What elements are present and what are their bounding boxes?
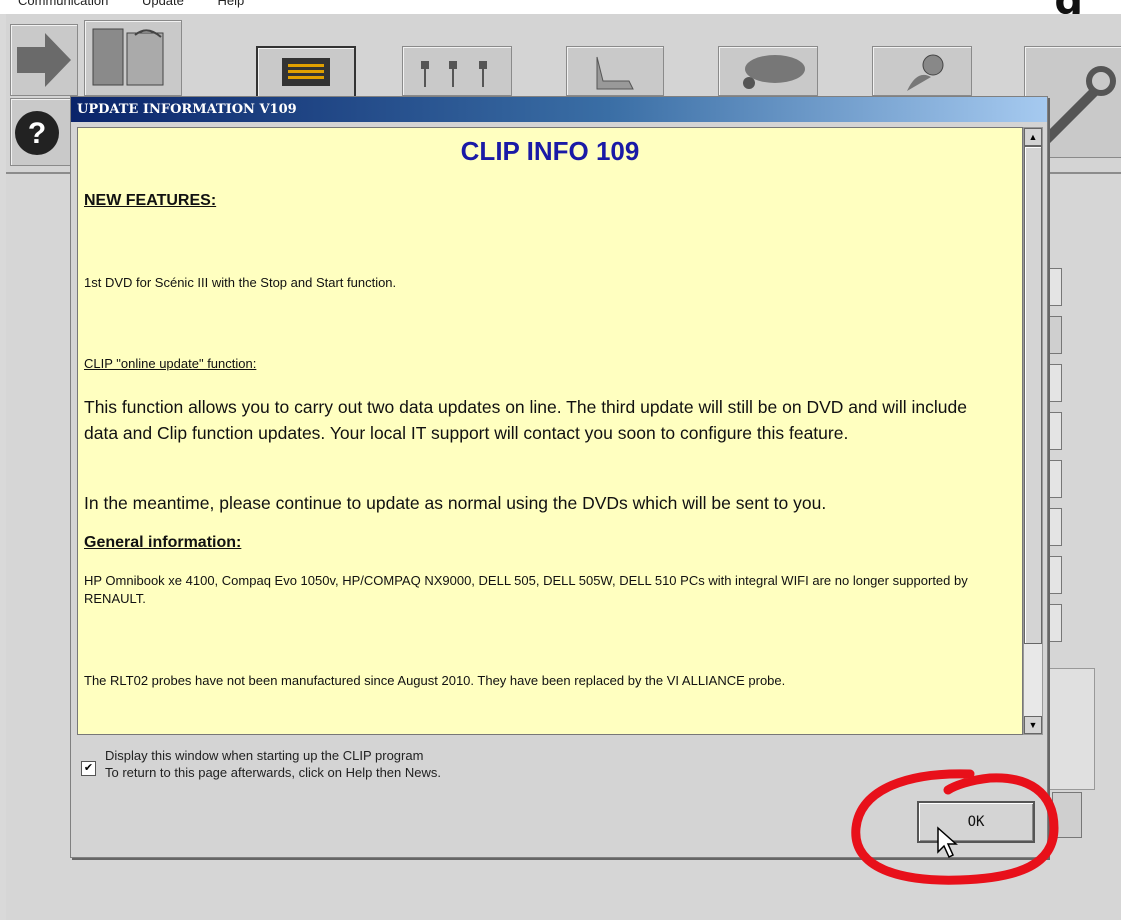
checkbox-label-line-2: To return to this page afterwards, click…	[105, 765, 441, 780]
driver-button[interactable]	[872, 46, 972, 96]
probe-info-text: The RLT02 probes have not been manufactu…	[84, 673, 786, 688]
seat-button[interactable]	[566, 46, 664, 96]
info-heading: CLIP INFO 109	[460, 136, 640, 166]
menu-help[interactable]: Help	[218, 0, 245, 8]
checkbox-label: Display this window when starting up the…	[105, 747, 441, 781]
online-update-paragraph-2: In the meantime, please continue to upda…	[84, 493, 827, 513]
general-info-text: HP Omnibook xe 4100, Compaq Evo 1050v, H…	[84, 573, 968, 606]
seat-icon	[596, 56, 634, 90]
checkbox-label-line-1: Display this window when starting up the…	[105, 748, 424, 763]
startup-display-checkbox[interactable]: ✔	[81, 761, 96, 776]
connectors-icon	[421, 61, 487, 87]
arrow-right-icon	[17, 33, 71, 87]
update-info-dialog: UPDATE INFORMATION V109 CLIP INFO 109 NE…	[70, 96, 1048, 858]
info-content: CLIP INFO 109 NEW FEATURES: 1st DVD for …	[77, 127, 1023, 735]
forward-arrow-button[interactable]	[10, 24, 78, 96]
new-features-text: 1st DVD for Scénic III with the Stop and…	[84, 275, 397, 290]
menu-communication[interactable]: Communication	[18, 0, 108, 8]
online-update-heading: CLIP "online update" function:	[84, 356, 257, 371]
vehicle-button[interactable]	[718, 46, 818, 96]
ecu-icon	[282, 58, 330, 86]
scroll-up-button[interactable]: ▲	[1024, 128, 1042, 146]
menu-bar: Communication Update Help	[0, 0, 1121, 14]
menu-update[interactable]: Update	[142, 0, 184, 8]
driver-icon	[907, 54, 944, 91]
general-info-heading: General information:	[84, 534, 242, 551]
scroll-down-button[interactable]: ▼	[1024, 716, 1042, 734]
car-icon	[743, 55, 805, 89]
ecu-button[interactable]	[256, 46, 356, 98]
documents-button[interactable]	[84, 20, 182, 96]
red-circle-annotation	[851, 769, 1059, 885]
content-scrollbar[interactable]: ▲ ▼	[1023, 127, 1043, 735]
new-features-heading: NEW FEATURES:	[84, 192, 217, 209]
documents-icon	[92, 28, 164, 86]
help-icon: ?	[15, 111, 59, 155]
svg-text:?: ?	[28, 117, 46, 150]
scroll-thumb[interactable]	[1024, 146, 1042, 644]
help-button[interactable]: ?	[10, 98, 72, 166]
connectors-button[interactable]	[402, 46, 512, 96]
online-update-paragraph-1: This function allows you to carry out tw…	[84, 397, 967, 443]
dialog-title: UPDATE INFORMATION V109	[71, 97, 1047, 122]
